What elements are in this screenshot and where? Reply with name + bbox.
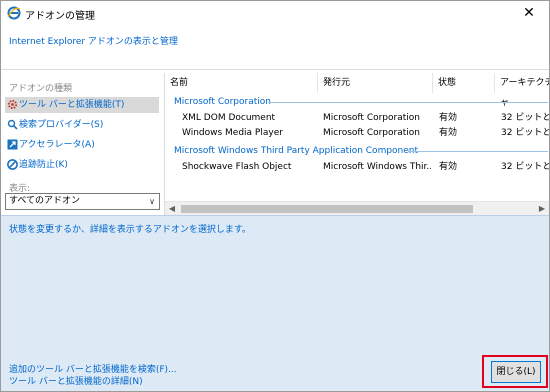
scroll-right-icon[interactable]: ▶ (535, 202, 549, 215)
accelerator-icon (7, 139, 18, 150)
type-label: ツール バーと拡張機能(T) (19, 100, 125, 110)
search-icon (7, 119, 18, 130)
column-header-publisher[interactable]: 発行元 (318, 73, 433, 93)
block-icon (7, 159, 18, 170)
cell-architecture: 32 ビットと 6... (501, 162, 549, 172)
cell-publisher: Microsoft Corporation (323, 113, 420, 123)
type-search-providers[interactable]: 検索プロバイダー(S) (5, 117, 159, 133)
cell-publisher: Microsoft Corporation (323, 128, 420, 138)
type-tracking-protection[interactable]: 追跡防止(K) (5, 157, 159, 173)
show-dropdown[interactable]: すべてのアドオン ∨ (5, 193, 160, 210)
cell-status: 有効 (439, 162, 458, 172)
horizontal-scrollbar[interactable]: ◀ ▶ (165, 201, 549, 215)
column-header-architecture[interactable]: アーキテクチャ (495, 73, 549, 108)
group-divider (268, 102, 548, 103)
title-bar: アドオンの管理 ✕ (1, 1, 549, 25)
close-button[interactable]: 閉じる(L) (491, 361, 541, 383)
header-title-link: Internet Explorer アドオンの表示と管理 (9, 37, 178, 47)
cell-status: 有効 (439, 113, 458, 123)
cell-architecture: 32 ビットと 6... (501, 113, 549, 123)
cell-name: Shockwave Flash Object (182, 162, 292, 172)
cell-architecture: 32 ビットと 6... (501, 128, 549, 138)
details-pane: 状態を変更するか、詳細を表示するアドオンを選択します。 追加のツール バーと拡張… (1, 215, 549, 391)
scrollbar-thumb[interactable] (181, 205, 473, 213)
group-header: Microsoft Windows Third Party Applicatio… (174, 146, 419, 156)
addon-list: ^ 名前 発行元 状態 アーキテクチャ Microsoft Corporatio… (164, 73, 549, 215)
cell-name: XML DOM Document (182, 113, 276, 123)
window-title: アドオンの管理 (25, 11, 95, 22)
column-header-name[interactable]: 名前 (165, 73, 318, 93)
column-header-status[interactable]: 状態 (433, 73, 495, 93)
internet-explorer-icon (7, 6, 21, 20)
learn-more-link[interactable]: ツール バーと拡張機能の詳細(N) (9, 374, 143, 387)
type-label: 追跡防止(K) (19, 160, 68, 170)
details-prompt: 状態を変更するか、詳細を表示するアドオンを選択します。 (9, 225, 251, 235)
type-label: 検索プロバイダー(S) (19, 120, 104, 130)
addon-types-panel: アドオンの種類 ツール バーと拡張機能(T) 検索プロバイダー(S) アクセラレ… (1, 73, 163, 215)
header-divider (1, 69, 549, 70)
column-header-label: 発行元 (323, 78, 351, 88)
cell-publisher: Microsoft Windows Thir... (323, 162, 431, 172)
window-close-button[interactable]: ✕ (515, 3, 543, 23)
cell-status: 有効 (439, 128, 458, 138)
show-dropdown-value: すべてのアドオン (9, 196, 81, 206)
gear-icon (7, 99, 18, 110)
column-header-label: アーキテクチャ (500, 78, 549, 108)
scroll-left-icon[interactable]: ◀ (165, 202, 179, 215)
addon-manager-window: アドオンの管理 ✕ Internet Explorer アドオンの表示と管理 ア… (0, 0, 550, 392)
chevron-down-icon: ∨ (149, 197, 155, 206)
group-divider (408, 151, 548, 152)
type-accelerators[interactable]: アクセラレータ(A) (5, 137, 159, 153)
column-header-label: 名前 (170, 78, 189, 88)
group-header: Microsoft Corporation (174, 97, 271, 107)
type-toolbars-extensions[interactable]: ツール バーと拡張機能(T) (5, 97, 159, 113)
cell-name: Windows Media Player (182, 128, 283, 138)
addon-types-heading: アドオンの種類 (9, 84, 73, 94)
column-header-label: 状態 (438, 78, 457, 88)
type-label: アクセラレータ(A) (19, 140, 95, 150)
